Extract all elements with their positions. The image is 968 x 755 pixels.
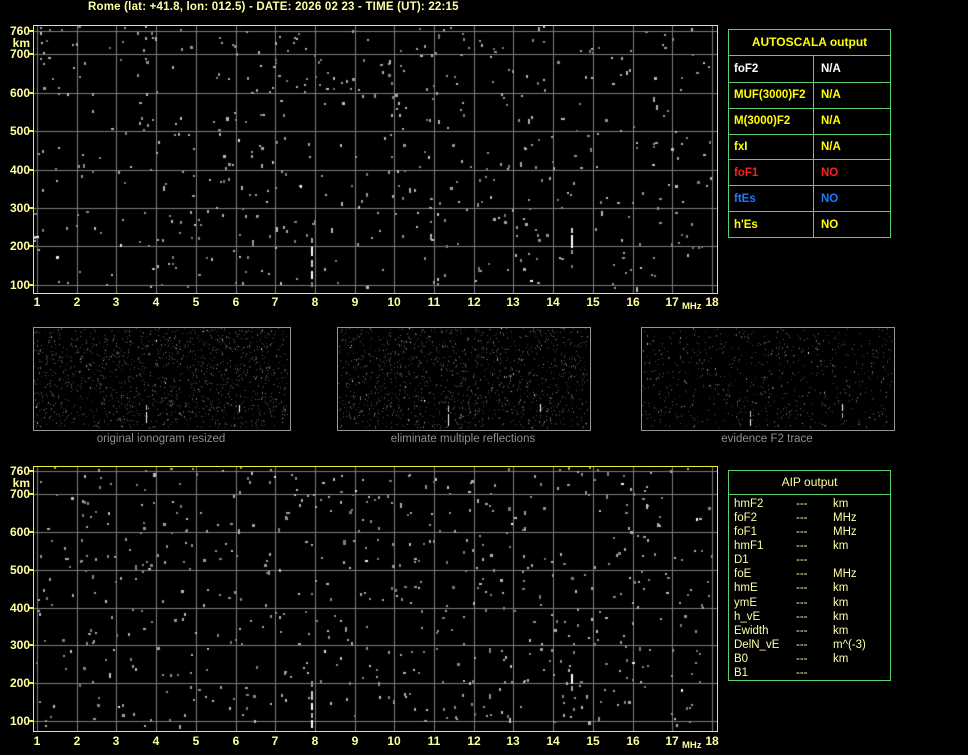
- aip-table-row: hmF1 --- km: [729, 539, 890, 553]
- x-tick-label: 17: [665, 734, 679, 748]
- aip-row-name: B1: [734, 666, 749, 679]
- x-tick-label: 5: [192, 734, 200, 748]
- aip-row-value: ---: [796, 596, 808, 609]
- aip-row-value: ---: [796, 540, 808, 553]
- aip-row-name: Ewidth: [734, 624, 769, 637]
- x-tick-label: 12: [467, 734, 481, 748]
- x-tick-label: 7: [271, 734, 279, 748]
- aip-row-name: hmF2: [734, 498, 764, 511]
- x-tick-label: 9: [351, 734, 359, 748]
- y-tick-label: 200: [9, 676, 30, 690]
- x-tick-label: 18: [705, 734, 719, 748]
- aip-table-row: foF2 --- MHz: [729, 511, 890, 525]
- aip-row-unit: km: [833, 610, 849, 623]
- aip-row-value: ---: [796, 498, 808, 511]
- y-tick-label: 500: [9, 563, 30, 577]
- x-axis-unit: MHz: [682, 740, 702, 751]
- x-tick-label: 13: [506, 734, 520, 748]
- aip-row-unit: km: [833, 498, 849, 511]
- ionogram-canvas: [34, 467, 717, 731]
- aip-row-unit: MHz: [833, 512, 857, 525]
- x-tick-label: 11: [427, 734, 441, 748]
- aip-table-row: DelN_vE --- m^(-3): [729, 638, 890, 652]
- aip-row-unit: km: [833, 596, 849, 609]
- aip-row-name: hmF1: [734, 540, 764, 553]
- aip-row-value: ---: [796, 666, 808, 679]
- aip-table-row: hmE --- km: [729, 581, 890, 595]
- y-axis-unit: km: [12, 476, 30, 490]
- aip-row-name: foF1: [734, 526, 758, 539]
- aip-table-row: h_vE --- km: [729, 610, 890, 624]
- x-tick-label: 15: [586, 734, 600, 748]
- aip-output-table: AIP output hmF2 --- km foF2 --- MHz foF1 --- MHz…: [728, 470, 891, 681]
- aip-row-name: hmE: [734, 582, 758, 595]
- aip-row-value: ---: [796, 554, 808, 567]
- aip-row-unit: km: [833, 624, 849, 637]
- aip-table-row: B0 --- km: [729, 652, 890, 666]
- aip-row-name: h_vE: [734, 610, 761, 623]
- y-axis-tick: [29, 682, 33, 684]
- aip-table-row: B1 ---: [729, 666, 890, 680]
- aip-row-value: ---: [796, 568, 808, 581]
- aip-row-unit: MHz: [833, 526, 857, 539]
- aip-row-unit: MHz: [833, 568, 857, 581]
- autoscala-screen: Rome (lat: +41.8, lon: 012.5) - DATE: 20…: [0, 0, 968, 755]
- aip-row-value: ---: [796, 512, 808, 525]
- y-axis-tick: [29, 493, 33, 495]
- aip-row-name: ymE: [734, 596, 757, 609]
- x-tick-label: 6: [232, 734, 240, 748]
- aip-row-value: ---: [796, 638, 808, 651]
- y-axis-tick: [29, 569, 33, 571]
- aip-table-row: foF1 --- MHz: [729, 525, 890, 539]
- y-tick-label: 400: [9, 601, 30, 615]
- aip-row-unit: km: [833, 540, 849, 553]
- aip-row-unit: m^(-3): [833, 638, 866, 651]
- aip-row-name: DelN_vE: [734, 638, 780, 651]
- aip-row-unit: km: [833, 652, 849, 665]
- aip-row-value: ---: [796, 624, 808, 637]
- x-tick-label: 8: [311, 734, 319, 748]
- x-tick-label: 2: [73, 734, 81, 748]
- y-axis-tick: [29, 644, 33, 646]
- aip-table-body: hmF2 --- km foF2 --- MHz foF1 --- MHz hmF1 --- km D1…: [729, 495, 890, 680]
- aip-table-row: foE --- MHz: [729, 567, 890, 581]
- aip-row-name: foF2: [734, 512, 758, 525]
- y-axis-tick: [29, 607, 33, 609]
- x-tick-label: 14: [546, 734, 560, 748]
- aip-row-value: ---: [796, 652, 808, 665]
- aip-table-row: Ewidth --- km: [729, 624, 890, 638]
- ionogram-plot-frame: [33, 466, 718, 732]
- aip-table-title: AIP output: [729, 471, 890, 495]
- x-tick-label: 3: [112, 734, 120, 748]
- x-tick-label: 16: [626, 734, 640, 748]
- y-tick-label: 300: [9, 638, 30, 652]
- x-tick-label: 1: [33, 734, 41, 748]
- aip-row-value: ---: [796, 610, 808, 623]
- aip-row-unit: km: [833, 582, 849, 595]
- aip-row-name: foE: [734, 568, 752, 581]
- aip-table-row: D1 ---: [729, 553, 890, 567]
- y-axis-tick: [29, 720, 33, 722]
- aip-row-value: ---: [796, 526, 808, 539]
- y-axis-tick: [29, 531, 33, 533]
- aip-table-row: ymE --- km: [729, 596, 890, 610]
- x-tick-label: 10: [387, 734, 401, 748]
- aip-row-value: ---: [796, 582, 808, 595]
- y-tick-label: 600: [9, 525, 30, 539]
- aip-row-name: D1: [734, 554, 749, 567]
- aip-row-name: B0: [734, 652, 749, 665]
- y-axis-tick: [29, 470, 33, 472]
- x-tick-label: 4: [152, 734, 160, 748]
- y-tick-label: 100: [9, 714, 30, 728]
- aip-table-row: hmF2 --- km: [729, 497, 890, 511]
